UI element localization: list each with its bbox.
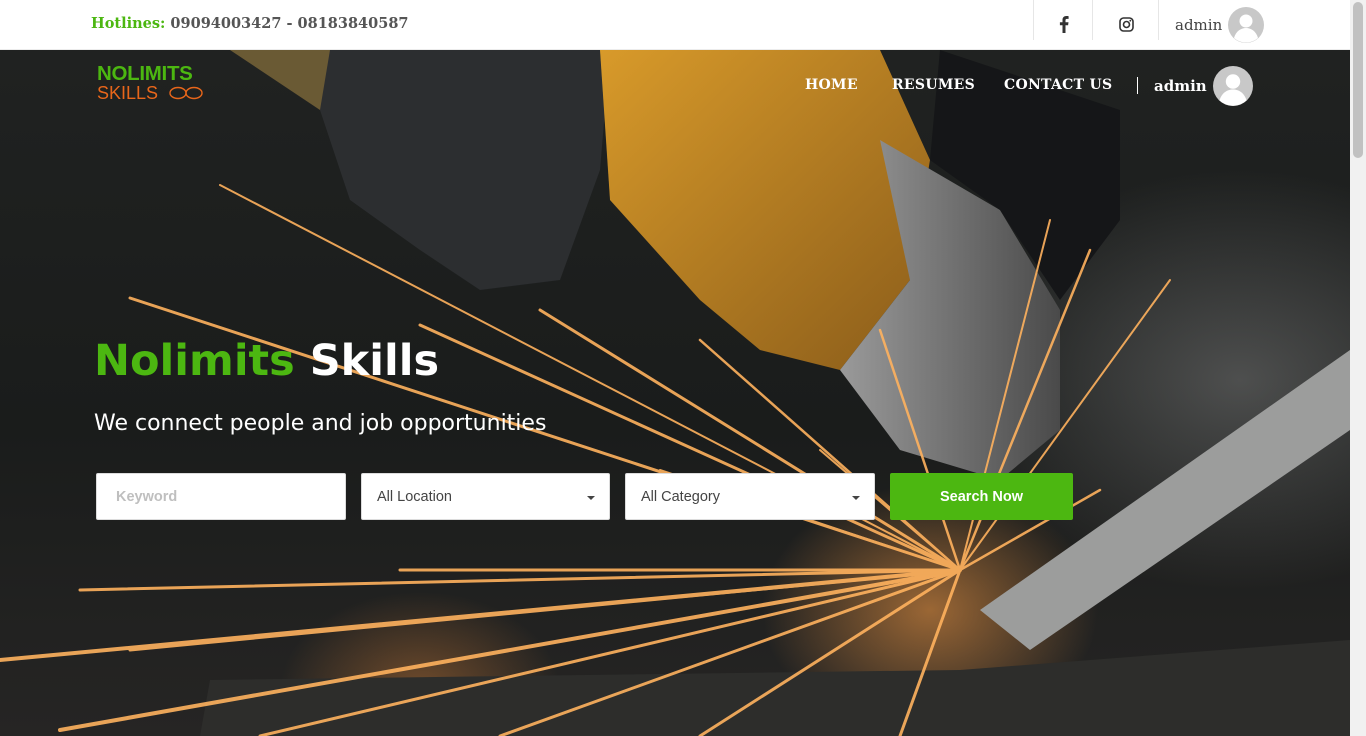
facebook-icon[interactable] <box>1052 12 1076 36</box>
hotlines-label: Hotlines: <box>91 15 166 32</box>
site-logo[interactable]: NOLIMITS SKILLS <box>97 62 204 103</box>
hero-section: NOLIMITS SKILLS HOME RESUMES CONTACT US … <box>0 50 1350 736</box>
nav-home[interactable]: HOME <box>805 77 858 93</box>
hero-subtitle: We connect people and job opportunities <box>94 411 547 436</box>
hero-title-rest: Skills <box>309 336 440 386</box>
instagram-icon[interactable] <box>1114 12 1138 36</box>
category-select-value: All Category <box>641 489 720 505</box>
top-utility-bar: Hotlines: 09094003427 - 08183840587 admi… <box>0 0 1350 50</box>
topbar-divider <box>1092 0 1093 40</box>
topbar-username: admin <box>1175 16 1223 34</box>
hotline-numbers: 09094003427 - 08183840587 <box>165 15 409 32</box>
avatar <box>1228 7 1265 43</box>
nav-divider <box>1137 77 1138 94</box>
category-select[interactable]: All Category <box>625 473 875 520</box>
topbar-user-menu[interactable]: admin <box>1175 7 1265 43</box>
hero-background-image <box>0 50 1350 736</box>
keyword-field <box>96 473 346 520</box>
hero-title-brand: Nolimits <box>94 336 295 386</box>
chevron-down-icon <box>587 496 595 500</box>
nav-username: admin <box>1154 77 1207 95</box>
hero-title: Nolimits Skills <box>94 333 439 389</box>
location-select-value: All Location <box>377 489 452 505</box>
search-now-button[interactable]: Search Now <box>890 473 1073 520</box>
nav-contact-us[interactable]: CONTACT US <box>1004 77 1112 93</box>
topbar-divider <box>1033 0 1034 40</box>
scrollbar-thumb[interactable] <box>1353 2 1363 158</box>
nav-resumes[interactable]: RESUMES <box>892 77 975 93</box>
infinity-icon <box>169 86 203 100</box>
logo-line-1: NOLIMITS <box>97 62 193 85</box>
topbar-divider <box>1158 0 1159 40</box>
hotlines: Hotlines: 09094003427 - 08183840587 <box>91 15 409 32</box>
keyword-input[interactable] <box>97 474 345 519</box>
logo-line-2: SKILLS <box>97 83 159 103</box>
avatar <box>1212 66 1253 106</box>
page-scrollbar[interactable] <box>1350 0 1366 736</box>
nav-user-menu[interactable]: admin <box>1154 66 1253 106</box>
chevron-down-icon <box>852 496 860 500</box>
location-select[interactable]: All Location <box>361 473 610 520</box>
